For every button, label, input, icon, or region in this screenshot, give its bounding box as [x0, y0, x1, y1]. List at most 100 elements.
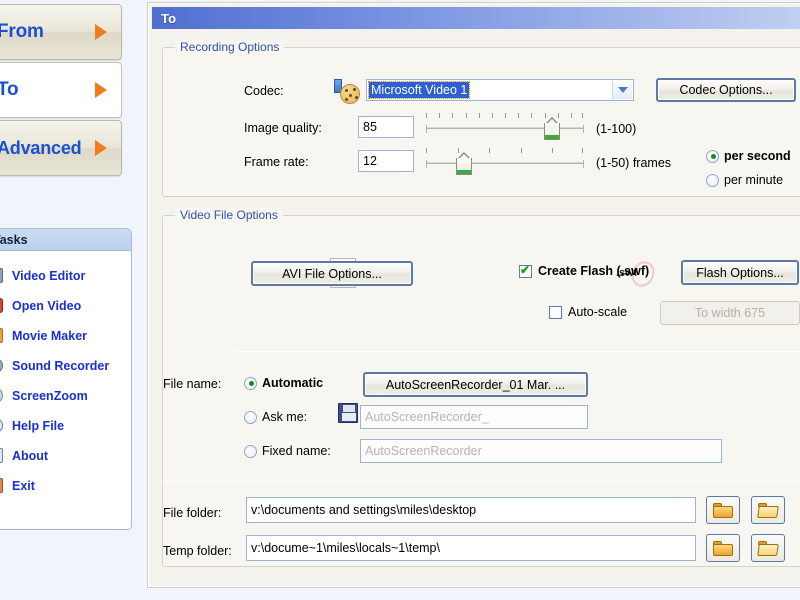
frame-rate-slider[interactable] [426, 148, 584, 176]
flash-options-button[interactable]: Flash Options... [681, 260, 799, 285]
app-window: From To Advanced Tasks Video Editor Open… [0, 0, 800, 600]
radio-per-second[interactable]: per second [706, 149, 791, 163]
codec-combobox[interactable]: Microsoft Video 1 [366, 79, 634, 101]
image-quality-slider[interactable] [426, 113, 584, 141]
triangle-right-icon [95, 82, 107, 98]
slider-track [426, 160, 584, 168]
task-item-help-file[interactable]: Help File [0, 411, 131, 441]
dialog-title-bar: To [152, 7, 800, 29]
help-icon [0, 417, 7, 435]
folder-closed-icon [713, 502, 733, 518]
temp-folder-open-button[interactable] [751, 534, 785, 562]
task-label: Video Editor [12, 269, 86, 283]
slider-track [426, 125, 584, 133]
automatic-filename-button[interactable]: AutoScreenRecorder_01 Mar. ... [363, 372, 588, 397]
sidebar-nav-to[interactable]: To [0, 62, 122, 118]
radio-label: Automatic [262, 376, 324, 390]
task-label: Movie Maker [12, 329, 88, 343]
recording-options-legend: Recording Options [175, 40, 285, 54]
codec-cookie-icon [334, 79, 362, 105]
sidebar-nav-to-label: To [0, 79, 19, 100]
exit-icon [0, 477, 7, 495]
task-item-exit[interactable]: Exit [0, 471, 131, 501]
radio-per-minute[interactable]: per minute [706, 173, 783, 187]
file-name-label: File name: [163, 377, 222, 391]
info-icon [0, 447, 7, 465]
left-sidebar: From To Advanced Tasks Video Editor Open… [0, 0, 140, 600]
movie-icon [0, 327, 7, 345]
task-label: Help File [12, 419, 65, 433]
radio-filename-automatic[interactable]: Automatic [244, 376, 323, 390]
frame-rate-label: Frame rate: [244, 155, 309, 169]
codec-options-button[interactable]: Codec Options... [656, 78, 796, 102]
checkbox-box [549, 305, 562, 319]
film-icon [0, 267, 7, 285]
task-label: About [12, 449, 49, 463]
radio-label: per minute [724, 173, 784, 187]
task-item-open-video[interactable]: Open Video [0, 291, 131, 321]
triangle-right-icon [95, 24, 107, 40]
radio-dot [706, 149, 719, 163]
task-item-movie-maker[interactable]: Movie Maker [0, 321, 131, 351]
to-width-button[interactable]: To width 675 [660, 301, 800, 325]
folder-open-icon [757, 502, 779, 518]
sidebar-nav-advanced-label: Advanced [0, 137, 82, 158]
tasks-panel: Tasks Video Editor Open Video Movie Make… [0, 228, 132, 530]
slider-thumb[interactable] [544, 117, 560, 140]
slider-thumb[interactable] [456, 152, 472, 175]
temp-folder-label: Temp folder: [163, 544, 232, 558]
magnifier-icon [0, 387, 7, 405]
task-label: Open Video [12, 299, 82, 313]
task-item-video-editor[interactable]: Video Editor [0, 261, 131, 291]
sidebar-nav-advanced[interactable]: Advanced [0, 120, 122, 176]
auto-scale-checkbox[interactable]: Auto-scale [549, 305, 627, 319]
fixed-name-input[interactable]: AutoScreenRecorder [360, 439, 722, 463]
radio-dot [244, 376, 257, 390]
slider-ticks [426, 148, 584, 155]
task-item-screenzoom[interactable]: ScreenZoom [0, 381, 131, 411]
task-item-about[interactable]: About [0, 441, 131, 471]
radio-label: Ask me: [262, 410, 308, 424]
radio-filename-ask-me[interactable]: Ask me: [244, 410, 307, 424]
radio-dot [244, 444, 257, 458]
temp-folder-input[interactable]: v:\docume~1\miles\locals~1\temp\ [246, 535, 696, 561]
codec-selected-value: Microsoft Video 1 [367, 81, 471, 99]
image-quality-label: Image quality: [244, 121, 322, 135]
sidebar-nav-from[interactable]: From [0, 4, 122, 60]
folder-open-icon [757, 540, 779, 556]
ask-me-input[interactable]: AutoScreenRecorder_ [360, 405, 588, 429]
triangle-right-icon [95, 140, 107, 156]
image-quality-input[interactable]: 85 [358, 116, 414, 138]
radio-dot [706, 173, 719, 187]
file-folder-open-button[interactable] [751, 496, 785, 524]
file-folder-input[interactable]: v:\documents and settings\miles\desktop [246, 497, 696, 523]
task-label: Sound Recorder [12, 359, 110, 373]
avi-file-options-button[interactable]: AVI File Options... [251, 261, 413, 286]
frame-rate-range-label: (1-50) frames [596, 156, 672, 170]
section-divider [162, 481, 800, 482]
sidebar-nav-from-label: From [0, 21, 44, 42]
tasks-panel-header: Tasks [0, 229, 131, 251]
chevron-down-icon[interactable] [612, 81, 632, 99]
image-quality-range-label: (1-100) [596, 122, 637, 136]
create-flash-checkbox[interactable]: Create Flash (.swf) [519, 263, 650, 278]
file-folder-browse-button[interactable] [706, 496, 740, 524]
frame-rate-input[interactable]: 12 [358, 150, 414, 172]
floppy-save-icon [338, 403, 358, 423]
temp-folder-browse-button[interactable] [706, 534, 740, 562]
codec-label: Codec: [244, 84, 284, 98]
task-label: Exit [12, 479, 35, 493]
radio-label: Fixed name: [262, 444, 331, 458]
slider-ticks [426, 113, 584, 120]
file-folder-label: File folder: [163, 506, 222, 520]
microphone-icon [0, 357, 7, 375]
tasks-list: Video Editor Open Video Movie Maker Soun… [0, 251, 131, 501]
checkbox-box [519, 263, 532, 278]
section-divider [232, 351, 800, 352]
checkbox-label: Create Flash (.swf) [538, 264, 650, 278]
task-item-sound-recorder[interactable]: Sound Recorder [0, 351, 131, 381]
radio-dot [244, 410, 257, 424]
task-label: ScreenZoom [12, 389, 88, 403]
radio-filename-fixed[interactable]: Fixed name: [244, 444, 331, 458]
to-settings-dialog: To Recording Options Codec: Microsoft Vi… [147, 2, 800, 588]
